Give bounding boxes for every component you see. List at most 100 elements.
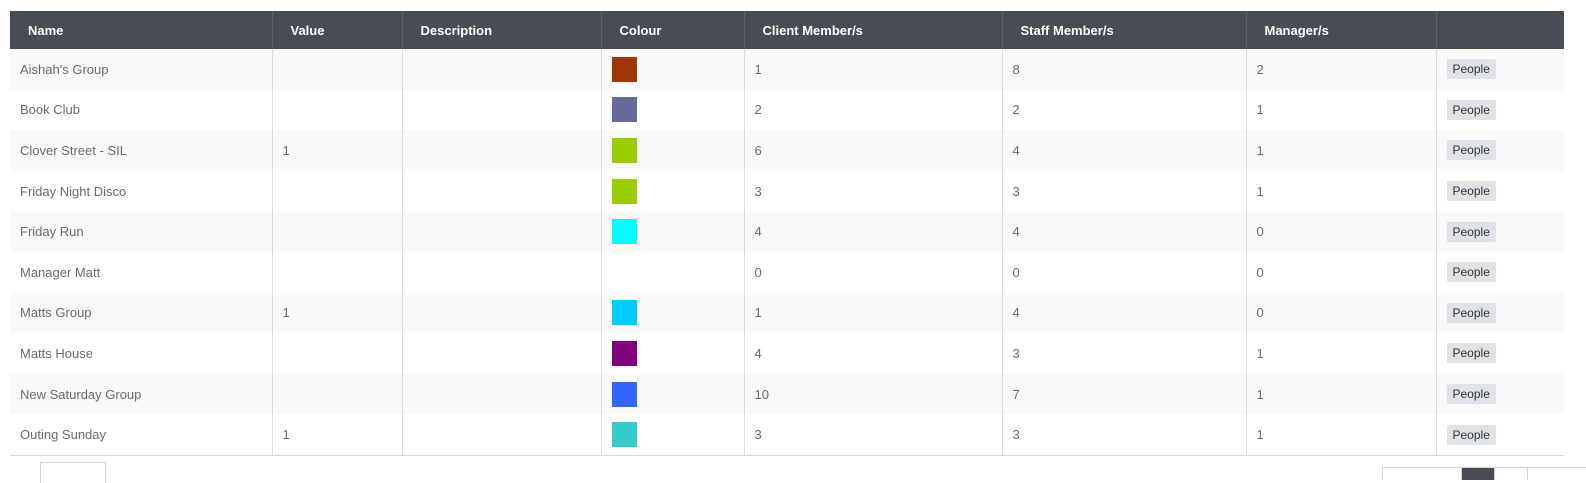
column-header-staff-members[interactable]: Staff Member/s <box>1002 11 1247 49</box>
cell-colour <box>601 251 745 293</box>
table-row: Outing Sunday 1 3 3 1 People <box>10 414 1564 456</box>
cell-actions: People <box>1436 292 1564 334</box>
cell-name: Book Club <box>10 89 273 131</box>
cell-actions: People <box>1436 130 1564 171</box>
people-button[interactable]: People <box>1446 384 1496 405</box>
colour-swatch <box>611 97 637 123</box>
people-button[interactable]: People <box>1446 343 1496 364</box>
column-header-name[interactable]: Name <box>10 11 273 49</box>
cell-actions: People <box>1436 373 1564 415</box>
cell-name: Outing Sunday <box>10 414 273 456</box>
cell-client-members: 6 <box>744 130 1003 171</box>
colour-swatch <box>611 219 637 245</box>
column-header-managers[interactable]: Manager/s <box>1246 11 1437 49</box>
cell-managers: 0 <box>1246 251 1437 293</box>
colour-swatch <box>611 422 637 448</box>
cell-value: 1 <box>272 130 403 171</box>
cell-name: Matts Group <box>10 292 273 334</box>
people-button[interactable]: People <box>1446 302 1496 323</box>
cell-value <box>272 49 403 90</box>
cell-staff-members: 2 <box>1002 89 1247 131</box>
cell-name: New Saturday Group <box>10 373 273 415</box>
table-row: Matts Group 1 1 4 0 People <box>10 292 1564 334</box>
cell-colour <box>601 333 745 374</box>
cell-managers: 1 <box>1246 333 1437 374</box>
cell-staff-members: 8 <box>1002 49 1247 90</box>
cell-staff-members: 4 <box>1002 211 1247 252</box>
column-header-description[interactable]: Description <box>402 11 602 49</box>
cell-actions: People <box>1436 49 1564 90</box>
cell-actions: People <box>1436 170 1564 212</box>
cell-description <box>402 89 602 131</box>
column-header-value[interactable]: Value <box>272 11 403 49</box>
cell-managers: 0 <box>1246 292 1437 334</box>
people-button[interactable]: People <box>1446 140 1496 161</box>
cell-value <box>272 333 403 374</box>
colour-swatch <box>611 56 637 82</box>
cell-client-members: 0 <box>744 251 1003 293</box>
table-row: Book Club 2 2 1 People <box>10 89 1564 131</box>
cell-managers: 1 <box>1246 130 1437 171</box>
cell-description <box>402 414 602 456</box>
cell-staff-members: 0 <box>1002 251 1247 293</box>
groups-table-container: Name Value Description Colour Client Mem… <box>10 11 1564 456</box>
cell-value: 1 <box>272 414 403 456</box>
people-button[interactable]: People <box>1446 262 1496 283</box>
cell-name: Aishah's Group <box>10 49 273 90</box>
cell-actions: People <box>1436 333 1564 374</box>
cell-staff-members: 7 <box>1002 373 1247 415</box>
people-button[interactable]: People <box>1446 59 1496 80</box>
cell-managers: 1 <box>1246 170 1437 212</box>
cell-description <box>402 170 602 212</box>
cell-name: Clover Street - SIL <box>10 130 273 171</box>
cell-description <box>402 373 602 415</box>
colour-swatch <box>611 178 637 204</box>
table-header: Name Value Description Colour Client Mem… <box>10 11 1564 49</box>
cell-name: Manager Matt <box>10 251 273 293</box>
colour-swatch <box>611 381 637 407</box>
cell-client-members: 4 <box>744 333 1003 374</box>
column-header-colour[interactable]: Colour <box>601 11 745 49</box>
cell-client-members: 2 <box>744 89 1003 131</box>
cell-value: 1 <box>272 292 403 334</box>
cell-name: Friday Night Disco <box>10 170 273 212</box>
colour-swatch <box>611 137 637 163</box>
table-row: Friday Run 4 4 0 People <box>10 211 1564 252</box>
people-button[interactable]: People <box>1446 181 1496 202</box>
groups-table: Name Value Description Colour Client Mem… <box>10 11 1564 456</box>
column-header-actions <box>1436 11 1564 49</box>
cell-managers: 2 <box>1246 49 1437 90</box>
table-body: Aishah's Group 1 8 2 People Book Club 2 2 1 Peopl… <box>10 49 1564 456</box>
cell-client-members: 1 <box>744 49 1003 90</box>
cell-value <box>272 251 403 293</box>
table-row: Matts House 4 3 1 People <box>10 333 1564 374</box>
people-button[interactable]: People <box>1446 221 1496 242</box>
cell-description <box>402 333 602 374</box>
colour-swatch <box>611 340 637 366</box>
cell-description <box>402 49 602 90</box>
cell-staff-members: 3 <box>1002 170 1247 212</box>
cell-staff-members: 3 <box>1002 414 1247 456</box>
pagination <box>1382 467 1586 480</box>
cell-colour <box>601 373 745 415</box>
cell-managers: 1 <box>1246 414 1437 456</box>
cell-colour <box>601 130 745 171</box>
cell-name: Matts House <box>10 333 273 374</box>
cell-colour <box>601 170 745 212</box>
cell-client-members: 4 <box>744 211 1003 252</box>
column-header-client-members[interactable]: Client Member/s <box>744 11 1003 49</box>
cell-staff-members: 4 <box>1002 292 1247 334</box>
page-size-select[interactable] <box>40 462 106 483</box>
people-button[interactable]: People <box>1446 99 1496 120</box>
cell-value <box>272 170 403 212</box>
cell-colour <box>601 211 745 252</box>
cell-description <box>402 292 602 334</box>
table-row: Friday Night Disco 3 3 1 People <box>10 170 1564 212</box>
cell-actions: People <box>1436 251 1564 293</box>
cell-colour <box>601 414 745 456</box>
cell-staff-members: 3 <box>1002 333 1247 374</box>
colour-swatch <box>611 300 637 326</box>
people-button[interactable]: People <box>1446 424 1496 445</box>
table-row: New Saturday Group 10 7 1 People <box>10 373 1564 415</box>
cell-managers: 0 <box>1246 211 1437 252</box>
